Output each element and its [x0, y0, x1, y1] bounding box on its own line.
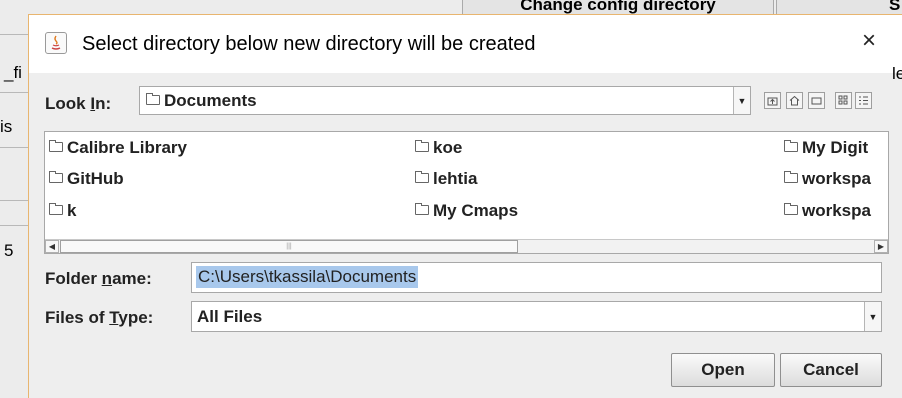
look-in-label: Look In:	[45, 94, 112, 113]
files-of-type-combo[interactable]: All Files ▼	[191, 301, 882, 332]
home-icon[interactable]	[786, 92, 803, 109]
background-divider	[0, 92, 28, 93]
list-item[interactable]: GitHub	[49, 169, 124, 189]
background-divider	[0, 225, 28, 226]
background-divider	[0, 147, 28, 148]
look-in-combo[interactable]: Documents ▼	[139, 86, 751, 115]
cancel-button[interactable]: Cancel	[780, 353, 882, 387]
list-item[interactable]: workspa	[784, 201, 871, 221]
horizontal-scrollbar[interactable]: ◀ ||| ▶	[45, 239, 888, 253]
list-item[interactable]: koe	[415, 138, 462, 158]
background-text-fragment: _fi	[4, 63, 22, 82]
background-text-fragment: 5	[4, 241, 14, 260]
files-of-type-value: All Files	[197, 307, 263, 326]
scroll-right-icon[interactable]: ▶	[874, 240, 888, 253]
folder-icon	[49, 203, 63, 215]
folder-icon	[49, 171, 63, 183]
background-text-fragment: le	[892, 64, 902, 83]
scroll-left-icon[interactable]: ◀	[45, 240, 59, 253]
folder-name-value: C:\Users\tkassila\Documents	[196, 266, 419, 288]
folder-icon	[49, 140, 63, 152]
dialog-title-bar: Select directory below new directory wil…	[29, 15, 902, 73]
list-item[interactable]: lehtia	[415, 169, 477, 189]
open-button[interactable]: Open	[671, 353, 775, 387]
folder-name-label: Folder name:	[45, 269, 152, 288]
file-list[interactable]: Calibre Library GitHub k koe lehtia My C…	[44, 131, 889, 254]
close-button[interactable]: ×	[862, 27, 876, 55]
folder-name-input[interactable]: C:\Users\tkassila\Documents	[191, 262, 882, 293]
dialog-title: Select directory below new directory wil…	[82, 33, 536, 55]
details-view-icon[interactable]	[855, 92, 872, 109]
list-item[interactable]: My Digit	[784, 138, 868, 158]
chevron-down-icon[interactable]: ▼	[864, 302, 881, 331]
background-divider	[0, 34, 28, 35]
list-item[interactable]: k	[49, 201, 76, 221]
change-config-directory-button[interactable]: Change config directory	[462, 0, 774, 15]
new-folder-icon[interactable]	[808, 92, 825, 109]
folder-icon	[146, 93, 160, 105]
list-view-icon[interactable]	[835, 92, 852, 109]
files-of-type-label: Files of Type:	[45, 308, 154, 327]
folder-icon	[784, 203, 798, 215]
folder-icon	[415, 203, 429, 215]
folder-icon	[784, 140, 798, 152]
folder-icon	[415, 171, 429, 183]
folder-icon	[415, 140, 429, 152]
list-item[interactable]: Calibre Library	[49, 138, 187, 158]
look-in-value: Documents	[164, 91, 257, 110]
background-text-fragment: is	[0, 117, 13, 136]
scrollbar-thumb[interactable]: |||	[60, 240, 518, 253]
background-divider	[0, 200, 28, 201]
up-one-level-icon[interactable]	[764, 92, 781, 109]
list-item[interactable]: workspa	[784, 169, 871, 189]
file-chooser-dialog: Select directory below new directory wil…	[28, 14, 902, 398]
folder-icon	[784, 171, 798, 183]
java-icon	[45, 32, 67, 54]
background-top-right-fragment: S	[776, 0, 902, 14]
chevron-down-icon[interactable]: ▼	[733, 87, 750, 114]
list-item[interactable]: My Cmaps	[415, 201, 518, 221]
